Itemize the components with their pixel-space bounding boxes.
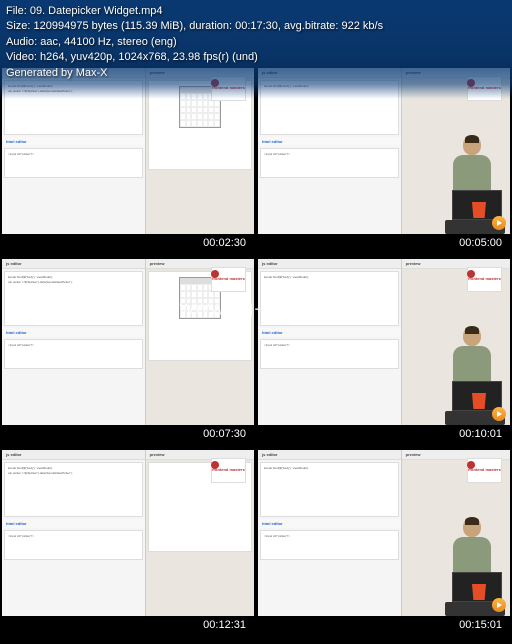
thumbnail-timestamp: 00:12:31 [2, 616, 254, 637]
editor-pane: js editor kendo.bind($('body'), viewMode… [258, 259, 402, 425]
file-size-line: Size: 120994975 bytes (115.39 MiB), dura… [6, 19, 506, 34]
editor-pane: js editor kendo.bind($('body'), viewMode… [2, 450, 146, 616]
code-area: kendo.bind($('body'), viewModel);var pic… [4, 462, 143, 517]
html-editor-label: html editor [2, 519, 145, 528]
html-code-area: <input id="picker"/> [260, 530, 399, 560]
html-code-area: <input id="picker"/> [260, 339, 399, 369]
play-button-icon[interactable] [492, 598, 506, 612]
brand-logo: frontend masters [467, 267, 502, 292]
thumbnail-timestamp: 00:15:01 [258, 616, 510, 637]
thumbnail-cell: js editor kendo.bind($('body'), viewMode… [0, 257, 256, 448]
js-editor-label: js editor [258, 450, 401, 460]
brand-logo: frontend masters [467, 458, 502, 483]
html-code-area: <input id="picker"/> [4, 339, 143, 369]
file-info-overlay: File: 09. Datepicker Widget.mp4 Size: 12… [0, 0, 512, 99]
brand-logo: frontend masters [211, 458, 246, 483]
thumbnail-timestamp: 00:05:00 [258, 234, 510, 255]
code-area: kendo.bind($('body'), viewModel); [260, 271, 399, 326]
js-editor-label: js editor [2, 450, 145, 460]
html-editor-label: html editor [2, 328, 145, 337]
thumbnail-timestamp: 00:07:30 [2, 425, 254, 446]
audio-info-line: Audio: aac, 44100 Hz, stereo (eng) [6, 35, 506, 50]
thumbnail-cell: js editor kendo.bind($('body'), viewMode… [256, 448, 512, 639]
js-editor-label: js editor [258, 259, 401, 269]
preview-pane: preview frontend masters [146, 259, 254, 425]
play-button-icon[interactable] [492, 216, 506, 230]
thumbnail-timestamp: 00:02:30 [2, 234, 254, 255]
presenter-pane: preview frontend masters [402, 450, 510, 616]
video-thumbnail[interactable]: js editor kendo.bind($('body'), viewMode… [2, 450, 254, 616]
editor-pane: js editor kendo.bind($('body'), viewMode… [2, 259, 146, 425]
generated-by-line: Generated by Max-X [6, 66, 506, 81]
video-thumbnail[interactable]: js editor kendo.bind($('body'), viewMode… [258, 450, 510, 616]
code-area: kendo.bind($('body'), viewModel);var pic… [4, 271, 143, 326]
html5-badge-icon [472, 393, 486, 409]
js-editor-label: js editor [2, 259, 145, 269]
preview-pane: preview frontend masters [146, 450, 254, 616]
file-name-line: File: 09. Datepicker Widget.mp4 [6, 4, 506, 19]
play-button-icon[interactable] [492, 407, 506, 421]
video-thumbnail[interactable]: js editor kendo.bind($('body'), viewMode… [2, 259, 254, 425]
html5-badge-icon [472, 584, 486, 600]
thumbnail-timestamp: 00:10:01 [258, 425, 510, 446]
thumbnail-grid: js editor kendo.bind($('body'), viewMode… [0, 66, 512, 639]
html-code-area: <input id="picker"/> [4, 148, 143, 178]
code-area: kendo.bind($('body'), viewModel); [260, 462, 399, 517]
html-editor-label: html editor [258, 137, 401, 146]
html-code-area: <input id="picker"/> [260, 148, 399, 178]
html-editor-label: html editor [2, 137, 145, 146]
brand-logo: frontend masters [211, 267, 246, 292]
video-info-line: Video: h264, yuv420p, 1024x768, 23.98 fp… [6, 50, 506, 65]
html-editor-label: html editor [258, 328, 401, 337]
presenter-pane: preview frontend masters [402, 259, 510, 425]
thumbnail-cell: js editor kendo.bind($('body'), viewMode… [0, 448, 256, 639]
html-code-area: <input id="picker"/> [4, 530, 143, 560]
video-thumbnail[interactable]: js editor kendo.bind($('body'), viewMode… [258, 259, 510, 425]
editor-pane: js editor kendo.bind($('body'), viewMode… [258, 450, 402, 616]
html-editor-label: html editor [258, 519, 401, 528]
thumbnail-cell: js editor kendo.bind($('body'), viewMode… [256, 257, 512, 448]
html5-badge-icon [472, 202, 486, 218]
